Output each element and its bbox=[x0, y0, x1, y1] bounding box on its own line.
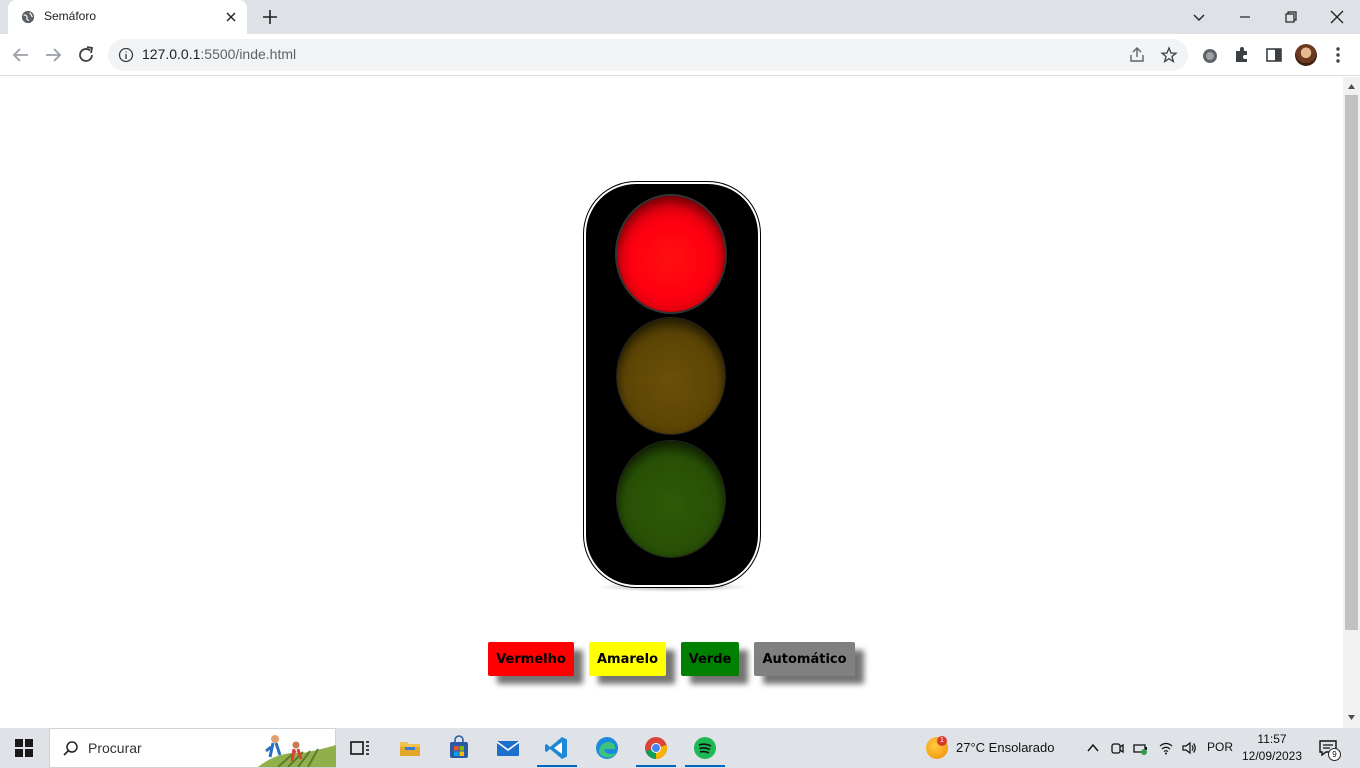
puzzle-icon[interactable] bbox=[1232, 45, 1252, 65]
spotify-icon[interactable] bbox=[691, 734, 719, 762]
weather-condition: Ensolarado bbox=[988, 740, 1055, 755]
kebab-menu-icon[interactable] bbox=[1328, 45, 1348, 65]
side-panel-icon[interactable] bbox=[1264, 45, 1284, 65]
taskbar-search[interactable]: Procurar bbox=[49, 728, 336, 768]
avatar[interactable] bbox=[1295, 44, 1317, 66]
vscode-running-indicator bbox=[537, 765, 577, 767]
restore-icon[interactable] bbox=[1280, 6, 1302, 28]
minimize-icon[interactable] bbox=[1234, 6, 1256, 28]
scroll-up-arrow-icon[interactable] bbox=[1347, 82, 1356, 91]
chrome-icon[interactable] bbox=[642, 734, 670, 762]
vscode-icon[interactable] bbox=[543, 734, 571, 762]
globe-icon bbox=[21, 10, 35, 24]
green-lamp bbox=[617, 441, 725, 557]
url-path: :5500/inde.html bbox=[200, 46, 297, 62]
close-tab-icon[interactable] bbox=[223, 9, 239, 25]
file-explorer-icon[interactable] bbox=[396, 734, 424, 762]
back-arrow-icon[interactable] bbox=[10, 44, 32, 66]
tab-title: Semáforo bbox=[44, 9, 97, 23]
weather-widget[interactable]: 27°C Ensolarado bbox=[956, 740, 1054, 755]
tab-search-icon[interactable] bbox=[1188, 6, 1210, 28]
windows-start-icon[interactable] bbox=[15, 739, 33, 757]
search-placeholder: Procurar bbox=[88, 740, 142, 756]
red-lamp bbox=[617, 196, 725, 312]
chrome-running-indicator bbox=[636, 765, 676, 767]
scroll-down-arrow-icon[interactable] bbox=[1347, 713, 1356, 722]
microsoft-store-icon[interactable] bbox=[445, 734, 473, 762]
forward-arrow-icon[interactable] bbox=[42, 44, 64, 66]
task-view-icon[interactable] bbox=[346, 734, 374, 762]
windows-taskbar: Procurar 1 27°C Ensolarado POR 11:57 12/… bbox=[0, 728, 1360, 768]
extension-icon[interactable] bbox=[1200, 45, 1220, 65]
browser-tab[interactable]: Semáforo bbox=[8, 0, 247, 34]
scroll-thumb[interactable] bbox=[1345, 95, 1358, 630]
automatic-button[interactable]: Automático bbox=[754, 642, 855, 676]
tab-strip: Semáforo bbox=[0, 0, 1360, 34]
weather-temperature: 27°C bbox=[956, 740, 986, 755]
search-icon bbox=[63, 741, 78, 756]
wifi-icon[interactable] bbox=[1158, 740, 1174, 756]
volume-icon[interactable] bbox=[1181, 740, 1197, 756]
clock[interactable]: 11:57 12/09/2023 bbox=[1241, 731, 1303, 765]
spotify-running-indicator bbox=[685, 765, 725, 767]
info-icon[interactable] bbox=[118, 47, 134, 63]
notification-count-badge: 9 bbox=[1328, 748, 1341, 761]
yellow-button[interactable]: Amarelo bbox=[589, 642, 666, 676]
edge-icon[interactable] bbox=[593, 734, 621, 762]
share-icon[interactable] bbox=[1128, 46, 1146, 64]
star-icon[interactable] bbox=[1160, 46, 1178, 64]
clock-time: 11:57 bbox=[1257, 732, 1287, 746]
page-viewport: Vermelho Amarelo Verde Automático bbox=[0, 77, 1343, 728]
yellow-lamp bbox=[617, 318, 725, 434]
new-tab-icon[interactable] bbox=[261, 8, 279, 26]
url-text[interactable]: 127.0.0.1:5500/inde.html bbox=[142, 46, 296, 62]
language-indicator[interactable]: POR bbox=[1207, 740, 1233, 754]
url-host: 127.0.0.1 bbox=[142, 46, 201, 62]
reload-icon[interactable] bbox=[75, 44, 97, 66]
vertical-scrollbar[interactable] bbox=[1343, 77, 1360, 728]
clock-date: 12/09/2023 bbox=[1241, 749, 1303, 763]
address-bar[interactable]: 127.0.0.1:5500/inde.html bbox=[108, 39, 1188, 71]
search-highlight-illustration-icon bbox=[258, 735, 336, 767]
weather-badge: 1 bbox=[937, 736, 947, 746]
green-button[interactable]: Verde bbox=[681, 642, 739, 676]
battery-charging-icon[interactable] bbox=[1133, 740, 1149, 756]
red-button[interactable]: Vermelho bbox=[488, 642, 574, 676]
browser-toolbar: 127.0.0.1:5500/inde.html bbox=[0, 34, 1360, 76]
close-window-icon[interactable] bbox=[1326, 6, 1348, 28]
mail-icon[interactable] bbox=[494, 734, 522, 762]
chevron-up-icon[interactable] bbox=[1085, 740, 1101, 756]
meet-now-icon[interactable] bbox=[1109, 740, 1125, 756]
